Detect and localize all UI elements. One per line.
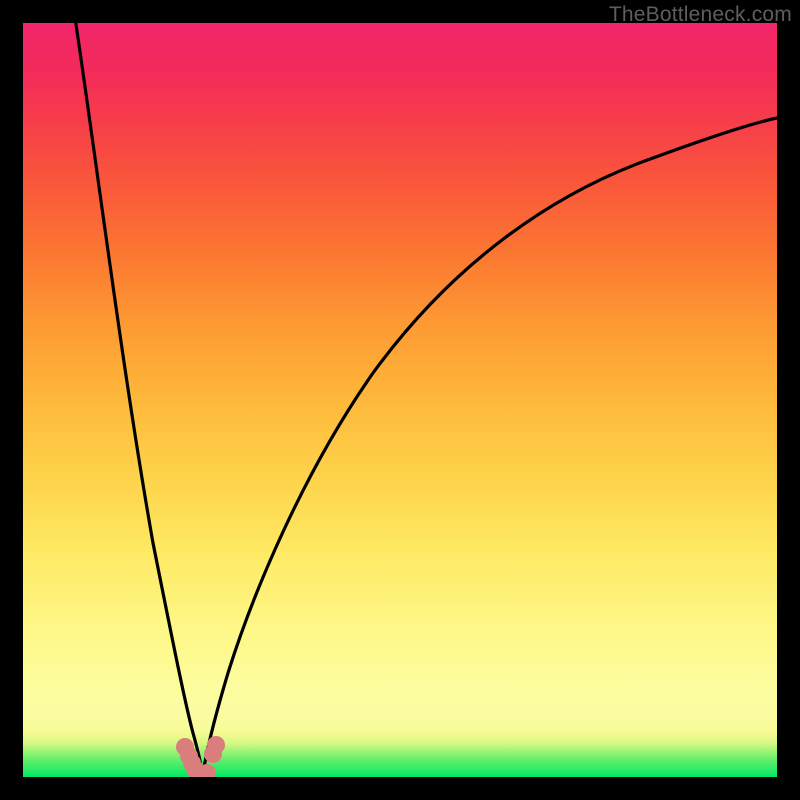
marker-cluster [176,736,225,777]
curve-left-branch [76,23,203,777]
attribution-text: TheBottleneck.com [609,3,792,27]
plot-area [23,23,777,777]
chart-frame: TheBottleneck.com [0,0,800,800]
curve-layer [23,23,777,777]
curve-right-branch [202,118,777,777]
